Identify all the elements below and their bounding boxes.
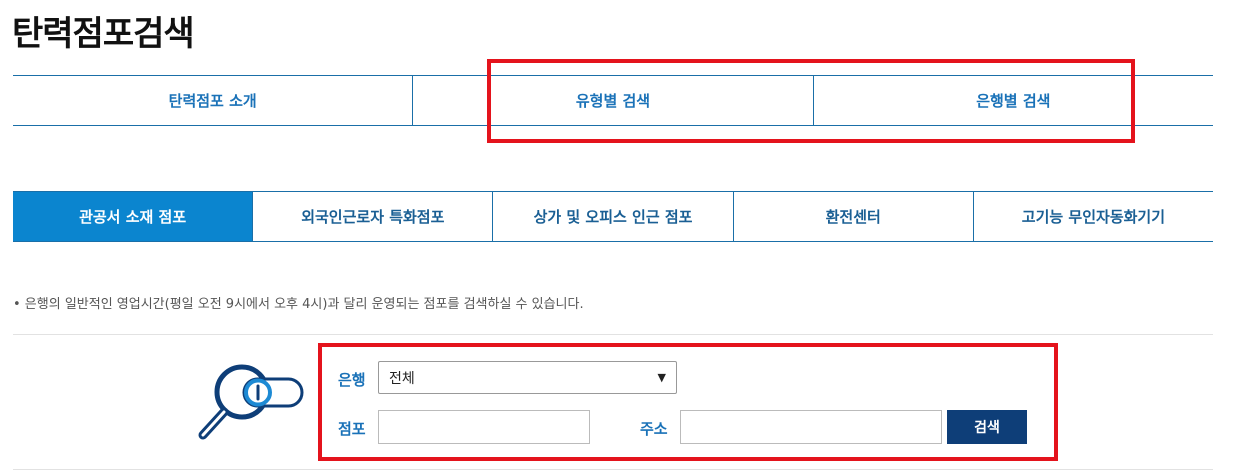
branch-input[interactable] [378,410,590,444]
tab-search-by-type[interactable]: 유형별 검색 [412,76,812,125]
divider-top [13,334,1213,335]
description-text: • 은행의 일반적인 영업시간(평일 오전 9시에서 오후 4시)과 달리 운영… [13,297,584,312]
page-title: 탄력점포검색 [12,14,195,54]
address-label: 주소 [640,420,668,438]
bank-select[interactable]: 전체 ▼ [378,361,677,394]
bank-label: 은행 [338,371,366,389]
branch-label: 점포 [338,420,366,438]
tab-intro[interactable]: 탄력점포 소개 [13,76,412,125]
sub-tab-foreign-worker[interactable]: 외국인근로자 특화점포 [252,192,493,241]
tab-search-by-bank[interactable]: 은행별 검색 [812,76,1213,125]
magnifier-icon [196,362,308,442]
address-input[interactable] [680,410,942,444]
sub-tab-government-office[interactable]: 관공서 소재 점포 [13,192,253,241]
sub-tab-advanced-atm[interactable]: 고기능 무인자동화기기 [972,192,1214,241]
sub-tab-bar: 관공서 소재 점포 외국인근로자 특화점포 상가 및 오피스 인근 점포 환전센… [13,191,1214,242]
bank-select-value: 전체 [389,370,415,387]
top-tab-bar: 탄력점포 소개 유형별 검색 은행별 검색 [13,75,1213,126]
sub-tab-shopping-office[interactable]: 상가 및 오피스 인근 점포 [492,192,733,241]
search-button[interactable]: 검색 [947,410,1027,444]
sub-tab-exchange-center[interactable]: 환전센터 [732,192,973,241]
chevron-down-icon: ▼ [657,371,666,384]
divider-bottom [13,469,1213,470]
